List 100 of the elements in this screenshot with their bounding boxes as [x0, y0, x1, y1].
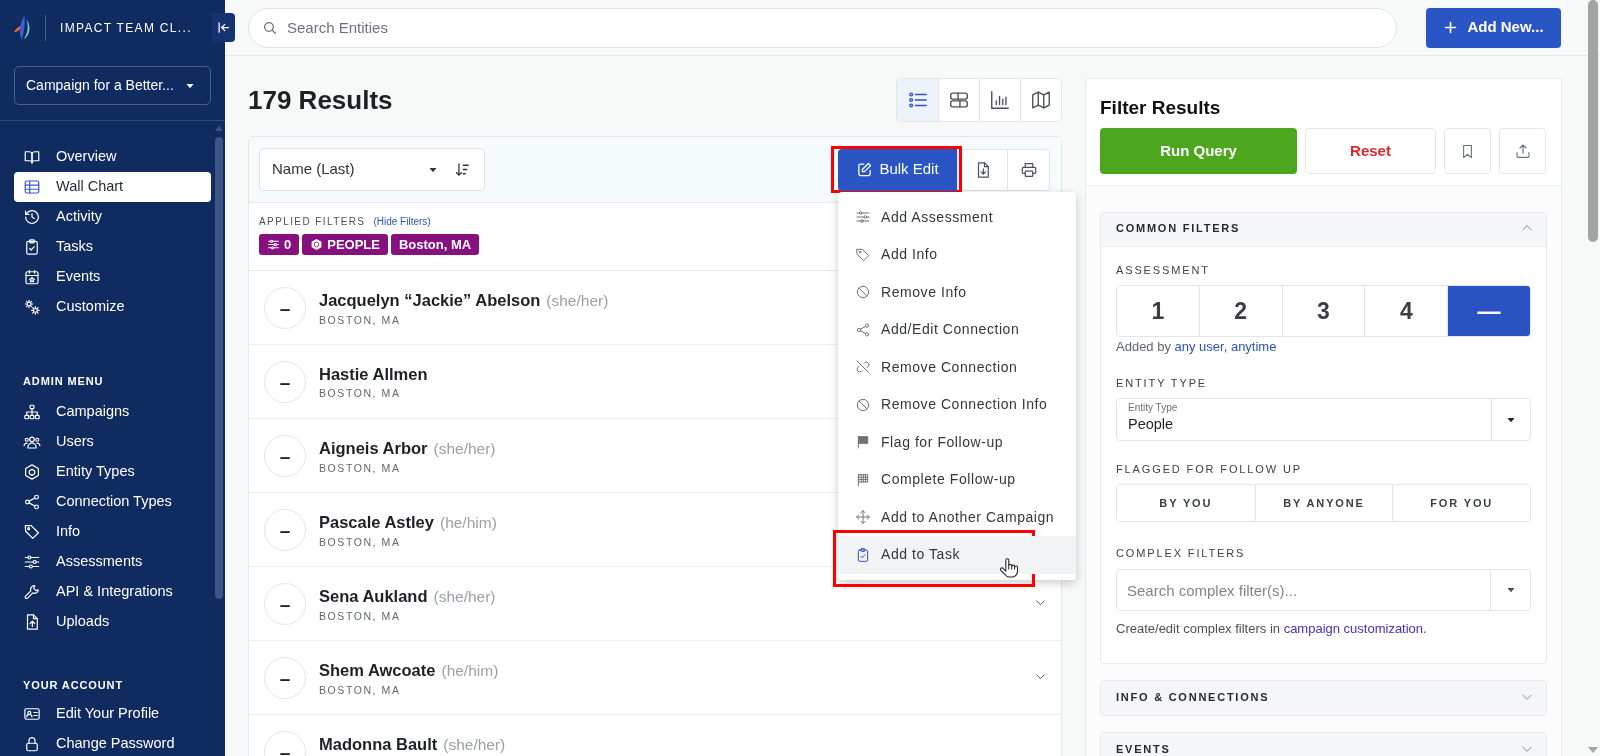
nav-item[interactable]: Uploads — [14, 607, 211, 637]
complex-filter-field[interactable]: Search complex filter(s)... — [1116, 569, 1491, 611]
sliders-icon — [23, 553, 41, 571]
history-icon — [23, 208, 41, 226]
gears-icon — [23, 298, 41, 316]
flag-icon — [855, 434, 871, 451]
reset-button[interactable]: Reset — [1305, 128, 1436, 174]
nav-item[interactable]: Tasks — [14, 232, 211, 262]
filter-label: COMPLEX FILTERS — [1116, 546, 1246, 560]
pronouns: (she/her) — [433, 587, 496, 607]
clipboard-check-icon — [23, 238, 41, 256]
nav-item[interactable]: Customize — [14, 292, 211, 322]
menu-item[interactable]: Add Info — [838, 236, 1076, 274]
section-header[interactable]: COMMON FILTERS — [1101, 213, 1546, 247]
tag-icon — [855, 246, 871, 263]
entity-row[interactable]: – Madonna Bault (she/her) — [249, 715, 1061, 756]
pronouns: (she/her) — [546, 291, 609, 311]
calendar-icon — [23, 268, 41, 286]
scrollbar-thumb[interactable] — [1588, 0, 1598, 242]
menu-heading: YOUR ACCOUNT — [23, 678, 123, 692]
sort-select[interactable]: Name (Last) — [259, 148, 485, 191]
filter-chip[interactable]: 0 — [259, 234, 300, 255]
nav-item[interactable]: Users — [14, 427, 211, 457]
entity-row[interactable]: – Shem Awcoate (he/him) BOSTON, MA — [249, 641, 1061, 715]
sort-icon — [454, 161, 471, 178]
pronouns: (she/her) — [443, 735, 506, 755]
nav-item[interactable]: Overview — [14, 142, 211, 172]
entity-location: BOSTON, MA — [319, 387, 401, 399]
campaign-select[interactable]: Campaign for a Better... — [14, 66, 211, 105]
assessment-note: Added by any user, anytime — [1116, 338, 1277, 356]
sliders-icon — [267, 238, 280, 251]
nav-item[interactable]: Activity — [14, 202, 211, 232]
assessment-option[interactable]: — — [1447, 286, 1530, 336]
nav-item[interactable]: Entity Types — [14, 457, 211, 487]
dropdown-toggle[interactable] — [1491, 569, 1531, 611]
printer-icon — [1019, 160, 1038, 179]
pronouns: (he/him) — [439, 513, 497, 533]
workspace-name: IMPACT TEAM CL... — [60, 19, 192, 37]
ban-icon — [855, 396, 871, 413]
bulk-edit-button[interactable]: Bulk Edit — [838, 148, 957, 191]
filter-label: FLAGGED FOR FOLLOW UP — [1116, 462, 1302, 476]
ban-icon — [855, 284, 871, 301]
move-icon — [855, 509, 871, 526]
collapse-icon — [216, 20, 231, 35]
nav-item[interactable]: Wall Chart — [14, 172, 211, 202]
entity-location: BOSTON, MA — [319, 462, 401, 474]
search-icon — [262, 19, 278, 36]
entity-name: Madonna Bault — [319, 734, 438, 754]
entity-location: BOSTON, MA — [319, 314, 401, 326]
add-new-button[interactable]: Add New... — [1426, 7, 1561, 48]
nav-item[interactable]: Info — [14, 517, 211, 547]
nav-item[interactable]: Events — [14, 262, 211, 292]
upload-icon — [1513, 142, 1532, 160]
entity-name: Pascale Astley — [319, 512, 434, 532]
book-icon — [23, 148, 41, 166]
search-field[interactable]: Search Entities — [248, 7, 1397, 48]
nav-item[interactable]: Assessments — [14, 547, 211, 577]
entity-location: BOSTON, MA — [319, 536, 401, 548]
nav-item[interactable]: API & Integrations — [14, 577, 211, 607]
share-icon — [855, 321, 871, 338]
hide-filters-link[interactable]: (Hide Filters) — [373, 213, 431, 229]
nav-item[interactable]: Connection Types — [14, 487, 211, 517]
section-header[interactable]: INFO & CONNECTIONS — [1101, 681, 1546, 715]
entity-name: Shem Awcoate — [319, 660, 436, 680]
nav-item[interactable]: Change Password — [14, 729, 211, 756]
pronouns: (he/him) — [441, 661, 499, 681]
any-user-link[interactable]: any user, anytime — [1174, 339, 1277, 354]
entity-name: Hastie Allmen — [319, 364, 428, 384]
nav-item[interactable]: Edit Your Profile — [14, 699, 211, 729]
filter-chip[interactable]: Boston, MA — [391, 234, 480, 255]
edit-icon — [856, 161, 874, 178]
id-card-icon — [23, 705, 41, 723]
entity-name: Aigneis Arbor — [319, 438, 428, 458]
unlink-icon — [855, 359, 871, 376]
pronouns: (she/her) — [433, 439, 496, 459]
results-count: 179 Results — [248, 87, 393, 113]
help-text: Create/edit complex filters in campaign customization. — [1116, 620, 1427, 638]
nav-item[interactable]: Campaigns — [14, 397, 211, 427]
map-icon — [1030, 89, 1052, 111]
rows-icon — [948, 89, 970, 111]
menu-item[interactable]: Add Assessment — [838, 198, 1076, 236]
customization-link[interactable]: campaign customization — [1283, 621, 1424, 636]
entity-location: BOSTON, MA — [319, 610, 401, 622]
list-view-button[interactable] — [897, 79, 938, 121]
plus-icon — [1443, 20, 1459, 35]
entity-type-select[interactable]: Entity Type People — [1116, 398, 1531, 441]
scrollbar-thumb[interactable] — [215, 137, 223, 599]
follow-up-option[interactable]: FOR YOU — [1392, 485, 1530, 521]
collapse-sidebar-button[interactable] — [212, 13, 235, 42]
bar-chart-icon — [989, 89, 1011, 111]
filter-label: ASSESSMENT — [1116, 263, 1210, 277]
hexagon-icon — [23, 463, 41, 481]
entity-location: BOSTON, MA — [319, 684, 401, 696]
panel-title: Filter Results — [1100, 96, 1221, 120]
sliders-icon — [855, 209, 871, 226]
wrench-icon — [23, 583, 41, 601]
section-header[interactable]: EVENTS — [1101, 733, 1546, 756]
logo-icon — [13, 14, 32, 41]
menu-item[interactable]: Add to Task — [838, 536, 1076, 574]
filter-chip[interactable]: PEOPLE — [302, 234, 388, 255]
